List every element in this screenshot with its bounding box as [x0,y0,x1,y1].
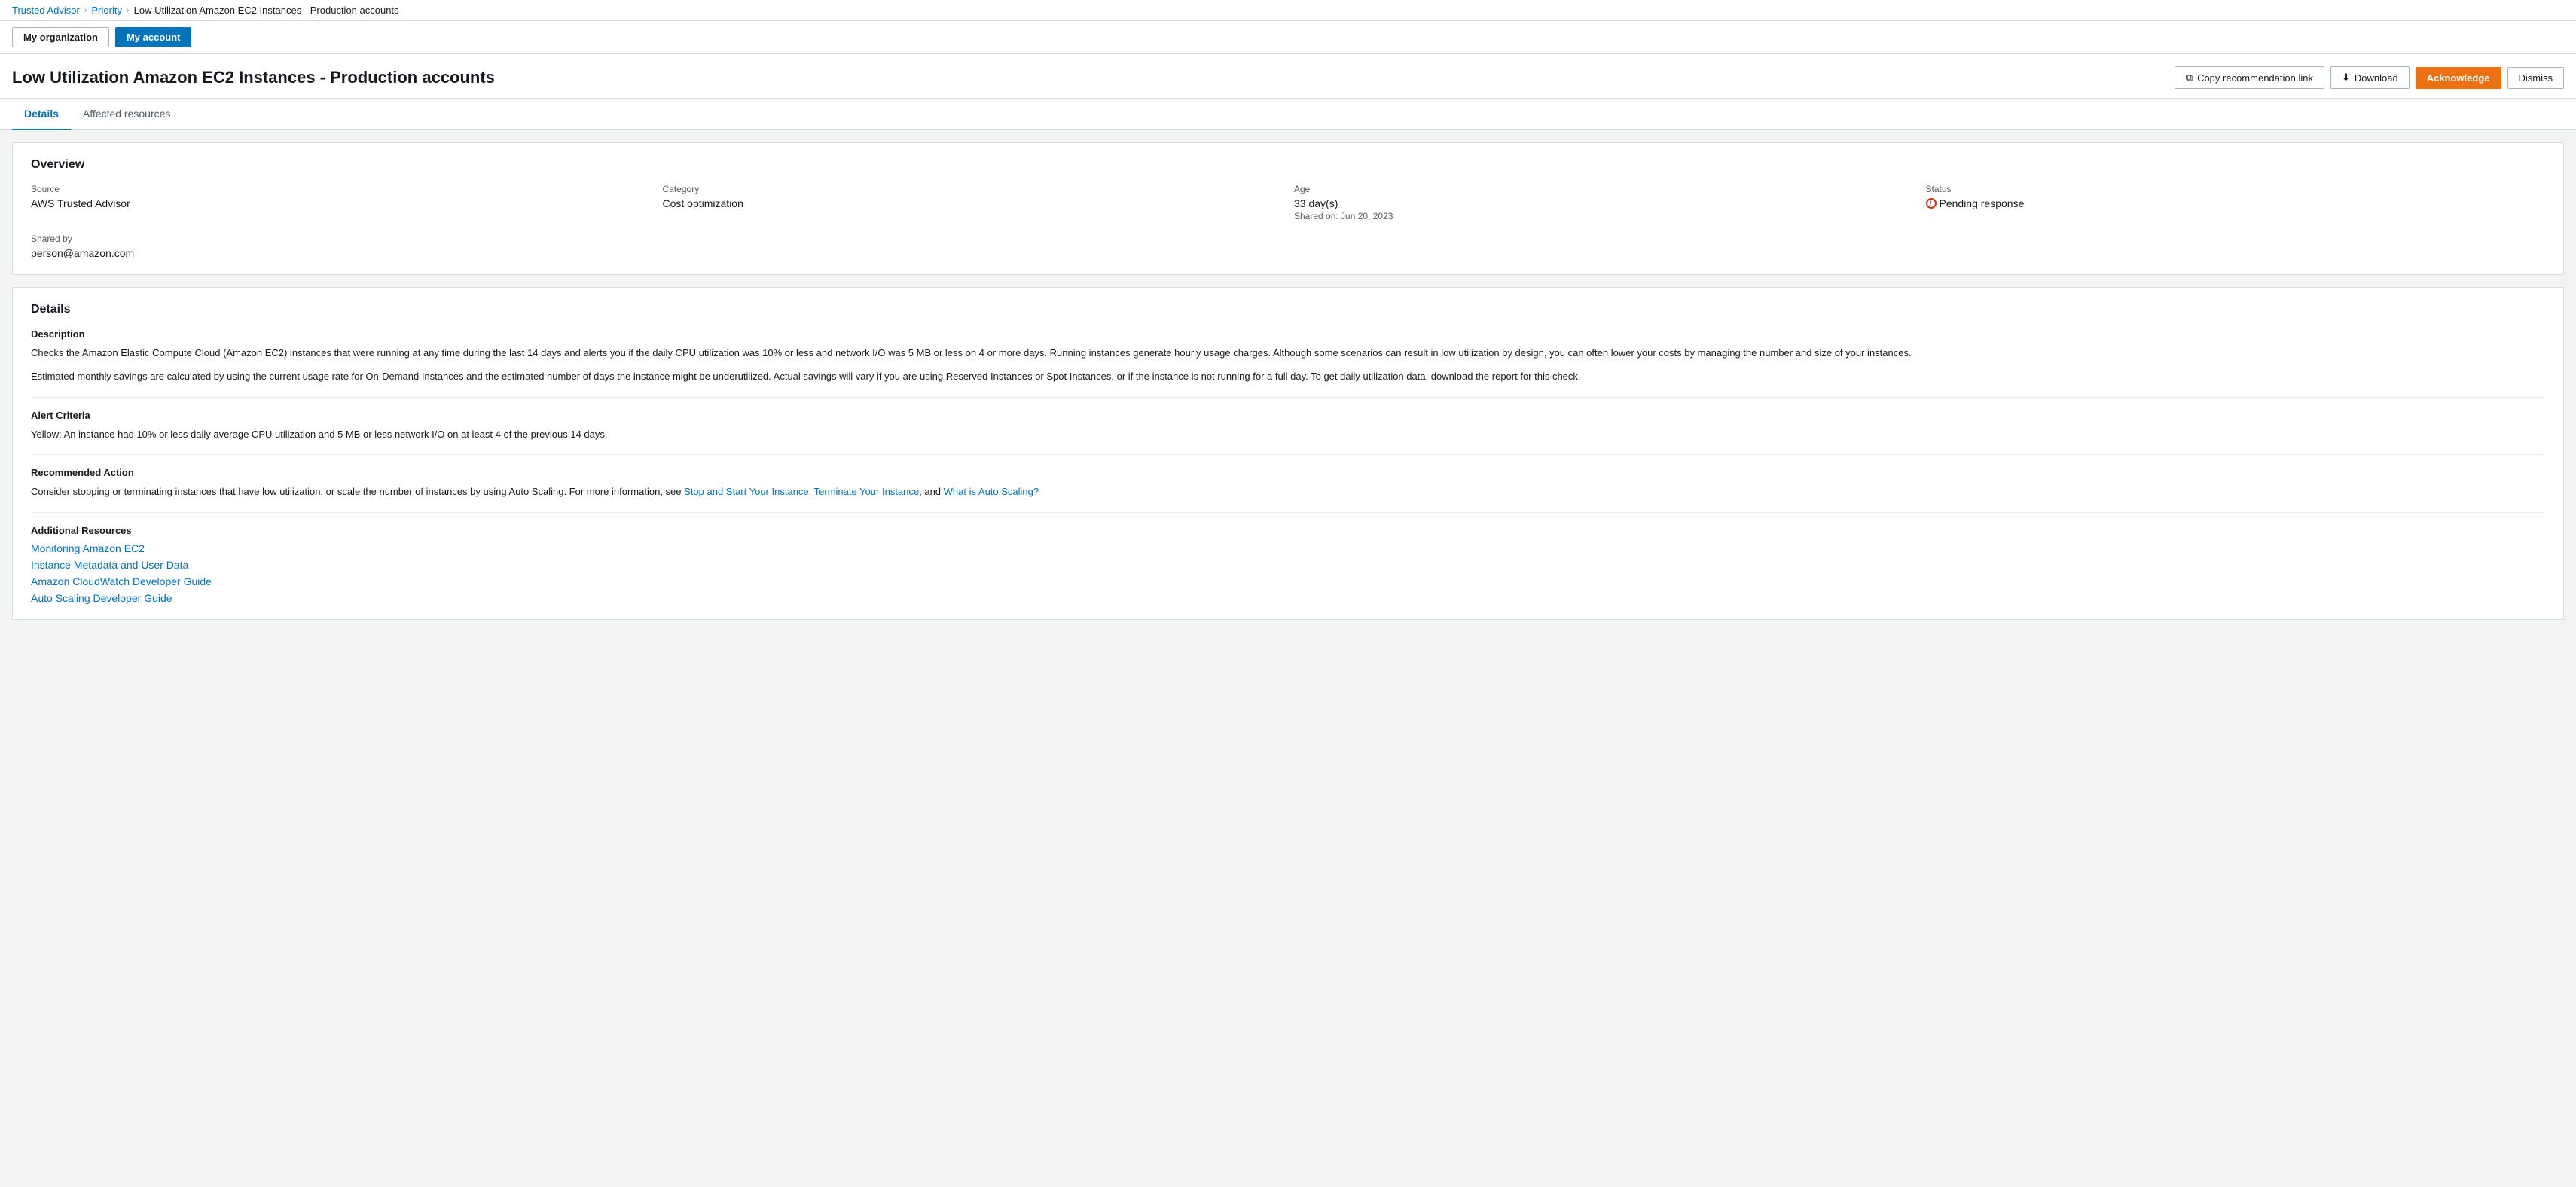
source-label: Source [31,184,651,194]
breadcrumb: Trusted Advisor › Priority › Low Utiliza… [0,0,2576,21]
breadcrumb-sep-2: › [127,6,130,15]
tabs: Details Affected resources [0,99,2576,130]
action-text: Consider stopping or terminating instanc… [31,484,2545,500]
tab-details[interactable]: Details [12,99,71,130]
download-icon: ⬇ [2342,72,2350,84]
shared-by-value: person@amazon.com [31,247,657,259]
age-shared: Shared on: Jun 20, 2023 [1294,211,1914,221]
category-value: Cost optimization [663,197,1283,209]
additional-link-1[interactable]: Instance Metadata and User Data [31,559,2545,571]
age-label: Age [1294,184,1914,194]
breadcrumb-priority[interactable]: Priority [92,5,122,16]
page-title: Low Utilization Amazon EC2 Instances - P… [12,68,495,87]
action-label: Recommended Action [31,467,2545,478]
action-link2[interactable]: Terminate Your Instance [814,486,919,497]
additional-link-0[interactable]: Monitoring Amazon EC2 [31,542,2545,554]
page-header: Low Utilization Amazon EC2 Instances - P… [0,54,2576,99]
acknowledge-button[interactable]: Acknowledge [2416,67,2501,89]
status-value: ! Pending response [1926,197,2546,209]
age-value: 33 day(s) [1294,197,1914,209]
my-account-button[interactable]: My account [115,27,192,47]
overview-grid: Source AWS Trusted Advisor Category Cost… [31,184,2545,221]
dismiss-button[interactable]: Dismiss [2507,67,2565,89]
description-label: Description [31,328,2545,340]
overview-title: Overview [31,158,2545,172]
action-link3[interactable]: What is Auto Scaling? [944,486,1039,497]
source-item: Source AWS Trusted Advisor [31,184,651,221]
breadcrumb-sep-1: › [84,6,87,15]
source-value: AWS Trusted Advisor [31,197,651,209]
divider-3 [31,512,2545,513]
shared-by-label: Shared by [31,233,657,244]
additional-link-3[interactable]: Auto Scaling Developer Guide [31,592,2545,604]
overview-card: Overview Source AWS Trusted Advisor Cate… [12,142,2564,275]
copy-link-button[interactable]: ⧉ Copy recommendation link [2175,66,2324,89]
divider-1 [31,397,2545,398]
breadcrumb-current: Low Utilization Amazon EC2 Instances - P… [134,5,399,16]
alert-label: Alert Criteria [31,410,2545,421]
action-link1[interactable]: Stop and Start Your Instance [684,486,809,497]
tab-affected-resources[interactable]: Affected resources [71,99,182,130]
details-card: Details Description Checks the Amazon El… [12,287,2564,620]
status-item: Status ! Pending response [1926,184,2546,221]
copy-icon: ⧉ [2186,72,2193,84]
category-label: Category [663,184,1283,194]
divider-2 [31,454,2545,455]
main-content: Overview Source AWS Trusted Advisor Cate… [0,130,2576,644]
shared-by-item: Shared by person@amazon.com [31,233,657,259]
category-item: Category Cost optimization [663,184,1283,221]
additional-link-2[interactable]: Amazon CloudWatch Developer Guide [31,575,2545,587]
my-organization-button[interactable]: My organization [12,27,109,47]
page-actions: ⧉ Copy recommendation link ⬇ Download Ac… [2175,66,2564,89]
header-bar: My organization My account [0,21,2576,54]
details-title: Details [31,303,2545,316]
status-label: Status [1926,184,2546,194]
download-button[interactable]: ⬇ Download [2330,66,2410,89]
description-text2: Estimated monthly savings are calculated… [31,369,2545,385]
status-icon: ! [1926,198,1937,209]
additional-links: Monitoring Amazon EC2 Instance Metadata … [31,542,2545,604]
alert-text: Yellow: An instance had 10% or less dail… [31,427,2545,443]
age-item: Age 33 day(s) Shared on: Jun 20, 2023 [1294,184,1914,221]
overview-row2: Shared by person@amazon.com [31,233,2545,259]
breadcrumb-trusted-advisor[interactable]: Trusted Advisor [12,5,80,16]
description-text1: Checks the Amazon Elastic Compute Cloud … [31,346,2545,362]
additional-label: Additional Resources [31,525,2545,536]
